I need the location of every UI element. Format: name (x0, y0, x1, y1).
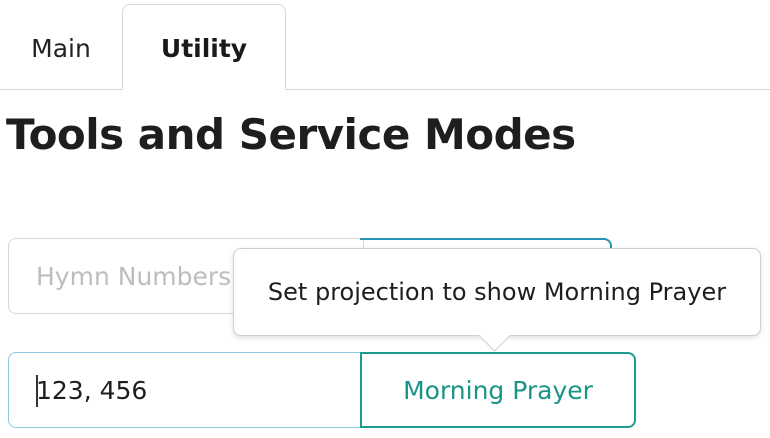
tab-bar: Main Utility (0, 0, 770, 90)
tab-utility[interactable]: Utility (122, 4, 286, 90)
morning-prayer-button[interactable]: Morning Prayer (360, 352, 636, 428)
page-title: Tools and Service Modes (6, 110, 576, 159)
tab-main[interactable]: Main (0, 4, 122, 90)
text-caret (36, 375, 38, 407)
tooltip-arrow-cover (478, 320, 512, 335)
tooltip-text: Set projection to show Morning Prayer (267, 278, 727, 306)
numbers-input[interactable]: 123, 456 (8, 352, 364, 428)
tab-divider (0, 89, 770, 90)
